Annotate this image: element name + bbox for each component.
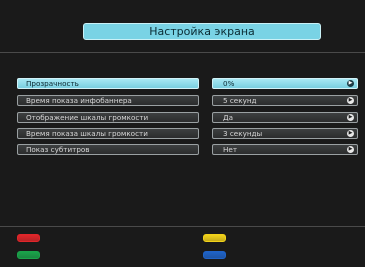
screen-settings: Настройка экрана Прозрачность 0% ▶ Время… [0, 0, 365, 267]
setting-label-text: Показ субтитров [26, 145, 90, 154]
page-title: Настройка экрана [83, 23, 321, 40]
setting-value-text: 3 секунды [223, 129, 263, 138]
setting-label-text: Прозрачность [26, 79, 79, 88]
setting-label-volume-bar-display[interactable]: Отображение шкалы громкости [17, 112, 199, 123]
setting-label-text: Время показа шкалы громкости [26, 129, 148, 138]
chevron-right-circle-icon[interactable]: ▶ [347, 130, 354, 137]
blue-key-icon[interactable] [203, 251, 226, 259]
setting-label-transparency[interactable]: Прозрачность [17, 78, 199, 89]
setting-label-subtitles[interactable]: Показ субтитров [17, 144, 199, 155]
chevron-right-circle-icon[interactable]: ▶ [347, 80, 354, 87]
page-title-text: Настройка экрана [149, 25, 255, 38]
setting-value-text: Да [223, 113, 234, 122]
setting-value-text: Нет [223, 145, 238, 154]
setting-label-volume-bar-time[interactable]: Время показа шкалы громкости [17, 128, 199, 139]
chevron-right-circle-icon[interactable]: ▶ [347, 146, 354, 153]
setting-value-transparency[interactable]: 0% ▶ [212, 78, 358, 89]
red-key-icon[interactable] [17, 234, 40, 242]
setting-value-volume-bar-time[interactable]: 3 секунды ▶ [212, 128, 358, 139]
green-key-icon[interactable] [17, 251, 40, 259]
setting-value-infobanner-time[interactable]: 5 секунд ▶ [212, 95, 358, 106]
setting-value-text: 0% [223, 79, 235, 88]
yellow-key-icon[interactable] [203, 234, 226, 242]
setting-value-text: 5 секунд [223, 96, 257, 105]
chevron-right-circle-icon[interactable]: ▶ [347, 114, 354, 121]
setting-value-volume-bar-display[interactable]: Да ▶ [212, 112, 358, 123]
setting-label-text: Отображение шкалы громкости [26, 113, 149, 122]
chevron-right-circle-icon[interactable]: ▶ [347, 97, 354, 104]
setting-label-text: Время показа инфобаннера [26, 96, 132, 105]
setting-label-infobanner-time[interactable]: Время показа инфобаннера [17, 95, 199, 106]
header-separator [0, 52, 365, 53]
setting-value-subtitles[interactable]: Нет ▶ [212, 144, 358, 155]
footer-separator [0, 226, 365, 227]
